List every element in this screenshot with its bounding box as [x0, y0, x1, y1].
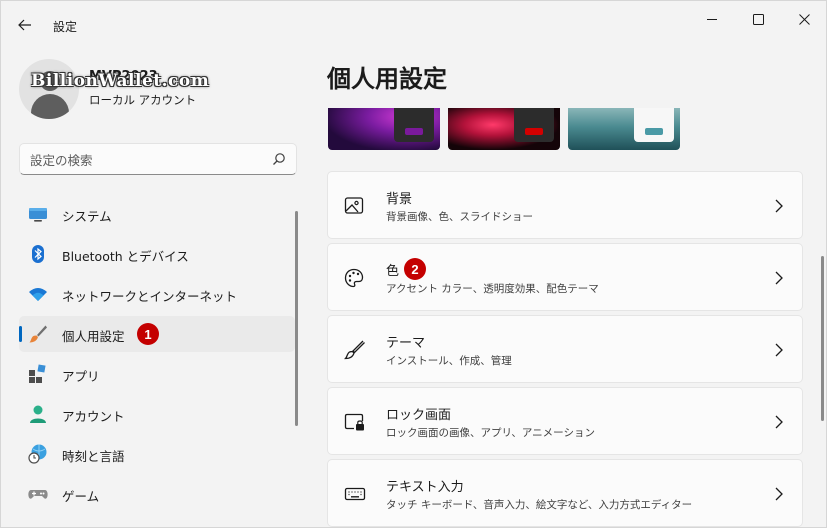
- chevron-right-icon: [775, 199, 783, 213]
- gamepad-icon: [28, 490, 48, 499]
- close-button[interactable]: [781, 1, 827, 37]
- watermark-logo: BillionWallet.com: [31, 71, 210, 91]
- card-description: インストール、作成、管理: [386, 355, 512, 367]
- sidebar-item-label: アプリ: [62, 369, 100, 384]
- search-icon[interactable]: [272, 152, 286, 166]
- bluetooth-icon: [32, 245, 44, 263]
- person-icon: [30, 405, 46, 423]
- theme-preview-flower[interactable]: [448, 108, 560, 150]
- theme-previews: [328, 108, 683, 150]
- card-description: 背景画像、色、スライドショー: [386, 211, 533, 223]
- sidebar-nav: システム Bluetooth とデバイス ネットワークとインターネット 個人用設…: [19, 196, 295, 516]
- sidebar-item-apps[interactable]: アプリ: [19, 356, 295, 392]
- sidebar-item-gaming[interactable]: ゲーム: [19, 476, 295, 512]
- picture-icon: [344, 197, 364, 214]
- sidebar-item-accounts[interactable]: アカウント: [19, 396, 295, 432]
- sidebar-item-label: Bluetooth とデバイス: [62, 249, 189, 264]
- sidebar-item-label: 時刻と言語: [62, 449, 125, 464]
- step-badge: 2: [404, 258, 426, 280]
- card-title: テーマ: [386, 336, 426, 351]
- card-description: アクセント カラー、透明度効果、配色テーマ: [386, 283, 599, 295]
- card-title: 背景: [386, 192, 413, 207]
- step-badge: 1: [137, 323, 159, 345]
- lock-screen-icon: [344, 413, 364, 431]
- page-title: 個人用設定: [327, 65, 447, 93]
- card-description: タッチ キーボード、音声入力、絵文字など、入力方式エディター: [386, 499, 693, 511]
- palette-icon: [344, 268, 364, 288]
- setting-card-text-input[interactable]: テキスト入力 タッチ キーボード、音声入力、絵文字など、入力方式エディター: [327, 459, 803, 527]
- sidebar-item-bluetooth[interactable]: Bluetooth とデバイス: [19, 236, 295, 272]
- search-box: [19, 143, 297, 175]
- sidebar-item-time-language[interactable]: 時刻と言語: [19, 436, 295, 472]
- main-scrollbar[interactable]: [821, 256, 824, 421]
- back-button[interactable]: [9, 9, 41, 41]
- setting-card-colors[interactable]: 色 2 アクセント カラー、透明度効果、配色テーマ: [327, 243, 803, 311]
- card-description: ロック画面の画像、アプリ、アニメーション: [386, 427, 595, 439]
- brush-icon: [344, 340, 365, 360]
- chevron-right-icon: [775, 271, 783, 285]
- paint-brush-icon: [29, 325, 47, 343]
- search-input[interactable]: [30, 150, 260, 170]
- keyboard-icon: [344, 487, 366, 501]
- card-title: ロック画面: [386, 408, 452, 423]
- sidebar-item-label: ネットワークとインターネット: [62, 289, 238, 304]
- minimize-icon: [706, 18, 717, 20]
- back-arrow-icon: [18, 19, 31, 31]
- sidebar-item-personalization[interactable]: 個人用設定 1: [19, 316, 295, 352]
- active-indicator: [19, 326, 22, 342]
- maximize-icon: [752, 13, 764, 25]
- theme-preview-purple[interactable]: [328, 108, 440, 150]
- sidebar-item-label: ゲーム: [62, 489, 100, 504]
- system-monitor-icon: [29, 208, 47, 222]
- chevron-right-icon: [775, 415, 783, 429]
- window-title: 設定: [53, 20, 78, 34]
- profile-account-type: ローカル アカウント: [89, 93, 197, 107]
- sidebar-item-label: システム: [62, 209, 112, 224]
- setting-card-background[interactable]: 背景 背景画像、色、スライドショー: [327, 171, 803, 239]
- sidebar-item-system[interactable]: システム: [19, 196, 295, 232]
- card-title: テキスト入力: [386, 480, 464, 495]
- close-icon: [798, 13, 810, 25]
- globe-clock-icon: [28, 444, 47, 464]
- sidebar-item-label: 個人用設定: [62, 329, 125, 344]
- settings-window: 設定 MVP2023 ローカル アカウント BillionWallet.com: [0, 0, 827, 528]
- chevron-right-icon: [775, 343, 783, 357]
- minimize-button[interactable]: [689, 1, 735, 37]
- card-title: 色: [386, 264, 400, 279]
- apps-icon: [29, 364, 46, 383]
- chevron-right-icon: [775, 487, 783, 501]
- setting-card-lock-screen[interactable]: ロック画面 ロック画面の画像、アプリ、アニメーション: [327, 387, 803, 455]
- setting-card-themes[interactable]: テーマ インストール、作成、管理: [327, 315, 803, 383]
- theme-preview-lake[interactable]: [568, 108, 680, 150]
- sidebar-scrollbar[interactable]: [295, 211, 298, 426]
- wifi-icon: [29, 288, 47, 301]
- sidebar-item-network[interactable]: ネットワークとインターネット: [19, 276, 295, 312]
- maximize-button[interactable]: [735, 1, 781, 37]
- title-bar: 設定: [1, 1, 826, 45]
- sidebar-item-label: アカウント: [62, 409, 125, 424]
